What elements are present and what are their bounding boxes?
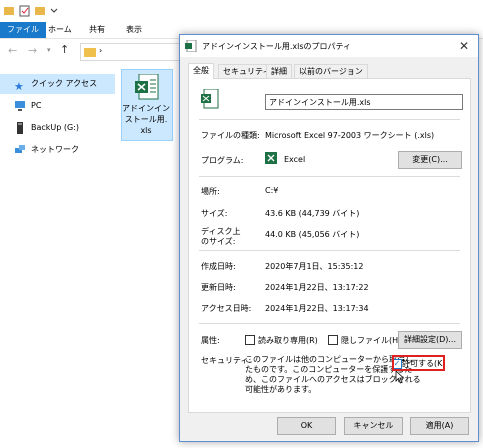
program-label: プログラム: xyxy=(201,156,244,165)
created-value: 2020年7月1日、15:35:12 xyxy=(265,262,364,271)
address-separator: › xyxy=(99,46,103,55)
accessed-label: アクセス日時: xyxy=(201,304,252,313)
location-value: C:¥ xyxy=(265,186,279,195)
size-value: 43.6 KB (44,739 バイト) xyxy=(265,209,360,218)
readonly-label: 読み取り専用(R) xyxy=(258,336,318,345)
sidebar-item-label: ネットワーク xyxy=(31,145,79,154)
allow-highlight-box xyxy=(392,355,445,371)
properties-dialog: アドインインストール用.xlsのプロパティ ✕ 全般 セキュリティ 詳細 以前の… xyxy=(179,34,479,442)
network-icon xyxy=(15,145,25,153)
ok-button[interactable]: OK xyxy=(277,417,336,435)
filename-field[interactable]: アドインインストール用.xls xyxy=(265,94,463,110)
back-arrow-icon[interactable]: ← xyxy=(8,44,17,57)
sidebar-item-label: クイック アクセス xyxy=(31,79,98,88)
ribbon-tab-home[interactable]: ホーム xyxy=(42,22,78,38)
hidden-label: 隠しファイル(H) xyxy=(341,336,402,345)
dialog-file-icon xyxy=(185,40,197,52)
divider xyxy=(199,176,460,177)
forward-arrow-icon[interactable]: → xyxy=(28,44,37,57)
divider xyxy=(199,119,460,120)
modified-label: 更新日時: xyxy=(201,283,236,292)
recent-chevron-icon[interactable]: ▾ xyxy=(47,46,51,54)
program-value: Excel xyxy=(284,155,306,164)
folder-icon xyxy=(84,48,96,57)
attributes-label: 属性: xyxy=(201,336,220,345)
security-message-line: め、このファイルへのアクセスはブロックされる xyxy=(245,375,421,384)
security-message: このファイルは他のコンピューターから取得し たものです。このコンピューターを保護… xyxy=(245,355,421,395)
ribbon-tab-file[interactable]: ファイル xyxy=(0,22,46,38)
apply-button[interactable]: 適用(A) xyxy=(410,417,469,435)
location-label: 場所: xyxy=(201,187,220,196)
sidebar-item-backup-drive[interactable]: BackUp (G:) xyxy=(0,118,115,138)
star-icon: ★ xyxy=(14,80,24,93)
dialog-title: アドインインストール用.xlsのプロパティ xyxy=(202,42,352,51)
change-button[interactable]: 変更(C)... xyxy=(398,151,462,169)
hidden-checkbox[interactable] xyxy=(328,335,338,345)
excel-file-icon xyxy=(201,89,219,109)
security-message-line: たものです。このコンピューターを保護するた xyxy=(245,365,413,374)
tab-details[interactable]: 詳細 xyxy=(266,64,292,78)
created-label: 作成日時: xyxy=(201,262,236,271)
file-label-line: アドインイン xyxy=(122,104,170,113)
modified-value: 2024年1月22日、13:17:22 xyxy=(265,283,369,292)
mouse-cursor-icon xyxy=(395,370,405,384)
sidebar-item-quick-access[interactable]: ★ クイック アクセス xyxy=(0,74,115,94)
sidebar-item-label: PC xyxy=(31,101,42,110)
tab-previous-versions[interactable]: 以前のバージョン xyxy=(294,64,368,78)
size-label: サイズ: xyxy=(201,209,228,218)
address-bar[interactable]: › xyxy=(80,43,180,61)
explorer-title-bar xyxy=(0,0,483,22)
sidebar-item-network[interactable]: ネットワーク xyxy=(0,140,115,160)
excel-app-icon xyxy=(265,152,277,164)
divider xyxy=(199,250,460,251)
type-value: Microsoft Excel 97-2003 ワークシート (.xls) xyxy=(265,131,435,140)
navigation-pane: ★ クイック アクセス PC BackUp (G:) ネットワーク xyxy=(0,64,115,448)
file-item-label: アドインイン ストール用. xls xyxy=(121,103,171,136)
disk-size-value: 44.0 KB (45,056 バイト) xyxy=(265,230,360,239)
divider xyxy=(199,323,460,324)
security-message-line: このファイルは他のコンピューターから取得し xyxy=(245,355,413,364)
accessed-value: 2024年1月22日、13:17:34 xyxy=(265,304,369,313)
cancel-button[interactable]: キャンセル xyxy=(344,417,403,435)
file-label-line: ストール用. xyxy=(124,115,168,124)
file-label-line: xls xyxy=(140,126,152,135)
pc-icon xyxy=(15,101,25,111)
readonly-checkbox[interactable] xyxy=(245,335,255,345)
type-label: ファイルの種類: xyxy=(201,131,260,140)
ribbon-tab-share[interactable]: 共有 xyxy=(83,22,111,38)
sidebar-item-label: BackUp (G:) xyxy=(31,123,80,132)
up-arrow-icon[interactable]: ↑ xyxy=(60,43,69,56)
close-icon[interactable]: ✕ xyxy=(456,38,472,54)
quick-access-toolbar-icons[interactable] xyxy=(4,5,64,17)
tab-general[interactable]: 全般 xyxy=(188,63,214,79)
ribbon-tab-view[interactable]: 表示 xyxy=(120,22,148,38)
sidebar-item-pc[interactable]: PC xyxy=(0,96,115,116)
drive-icon xyxy=(17,122,23,134)
dialog-title-bar[interactable]: アドインインストール用.xlsのプロパティ ✕ xyxy=(180,35,478,57)
advanced-button[interactable]: 詳細設定(D)... xyxy=(398,331,462,349)
excel-file-icon xyxy=(135,74,159,100)
security-label: セキュリティ: xyxy=(201,356,252,365)
disk-size-label-line2: のサイズ: xyxy=(201,237,236,246)
security-message-line: 可能性があります。 xyxy=(245,385,317,394)
